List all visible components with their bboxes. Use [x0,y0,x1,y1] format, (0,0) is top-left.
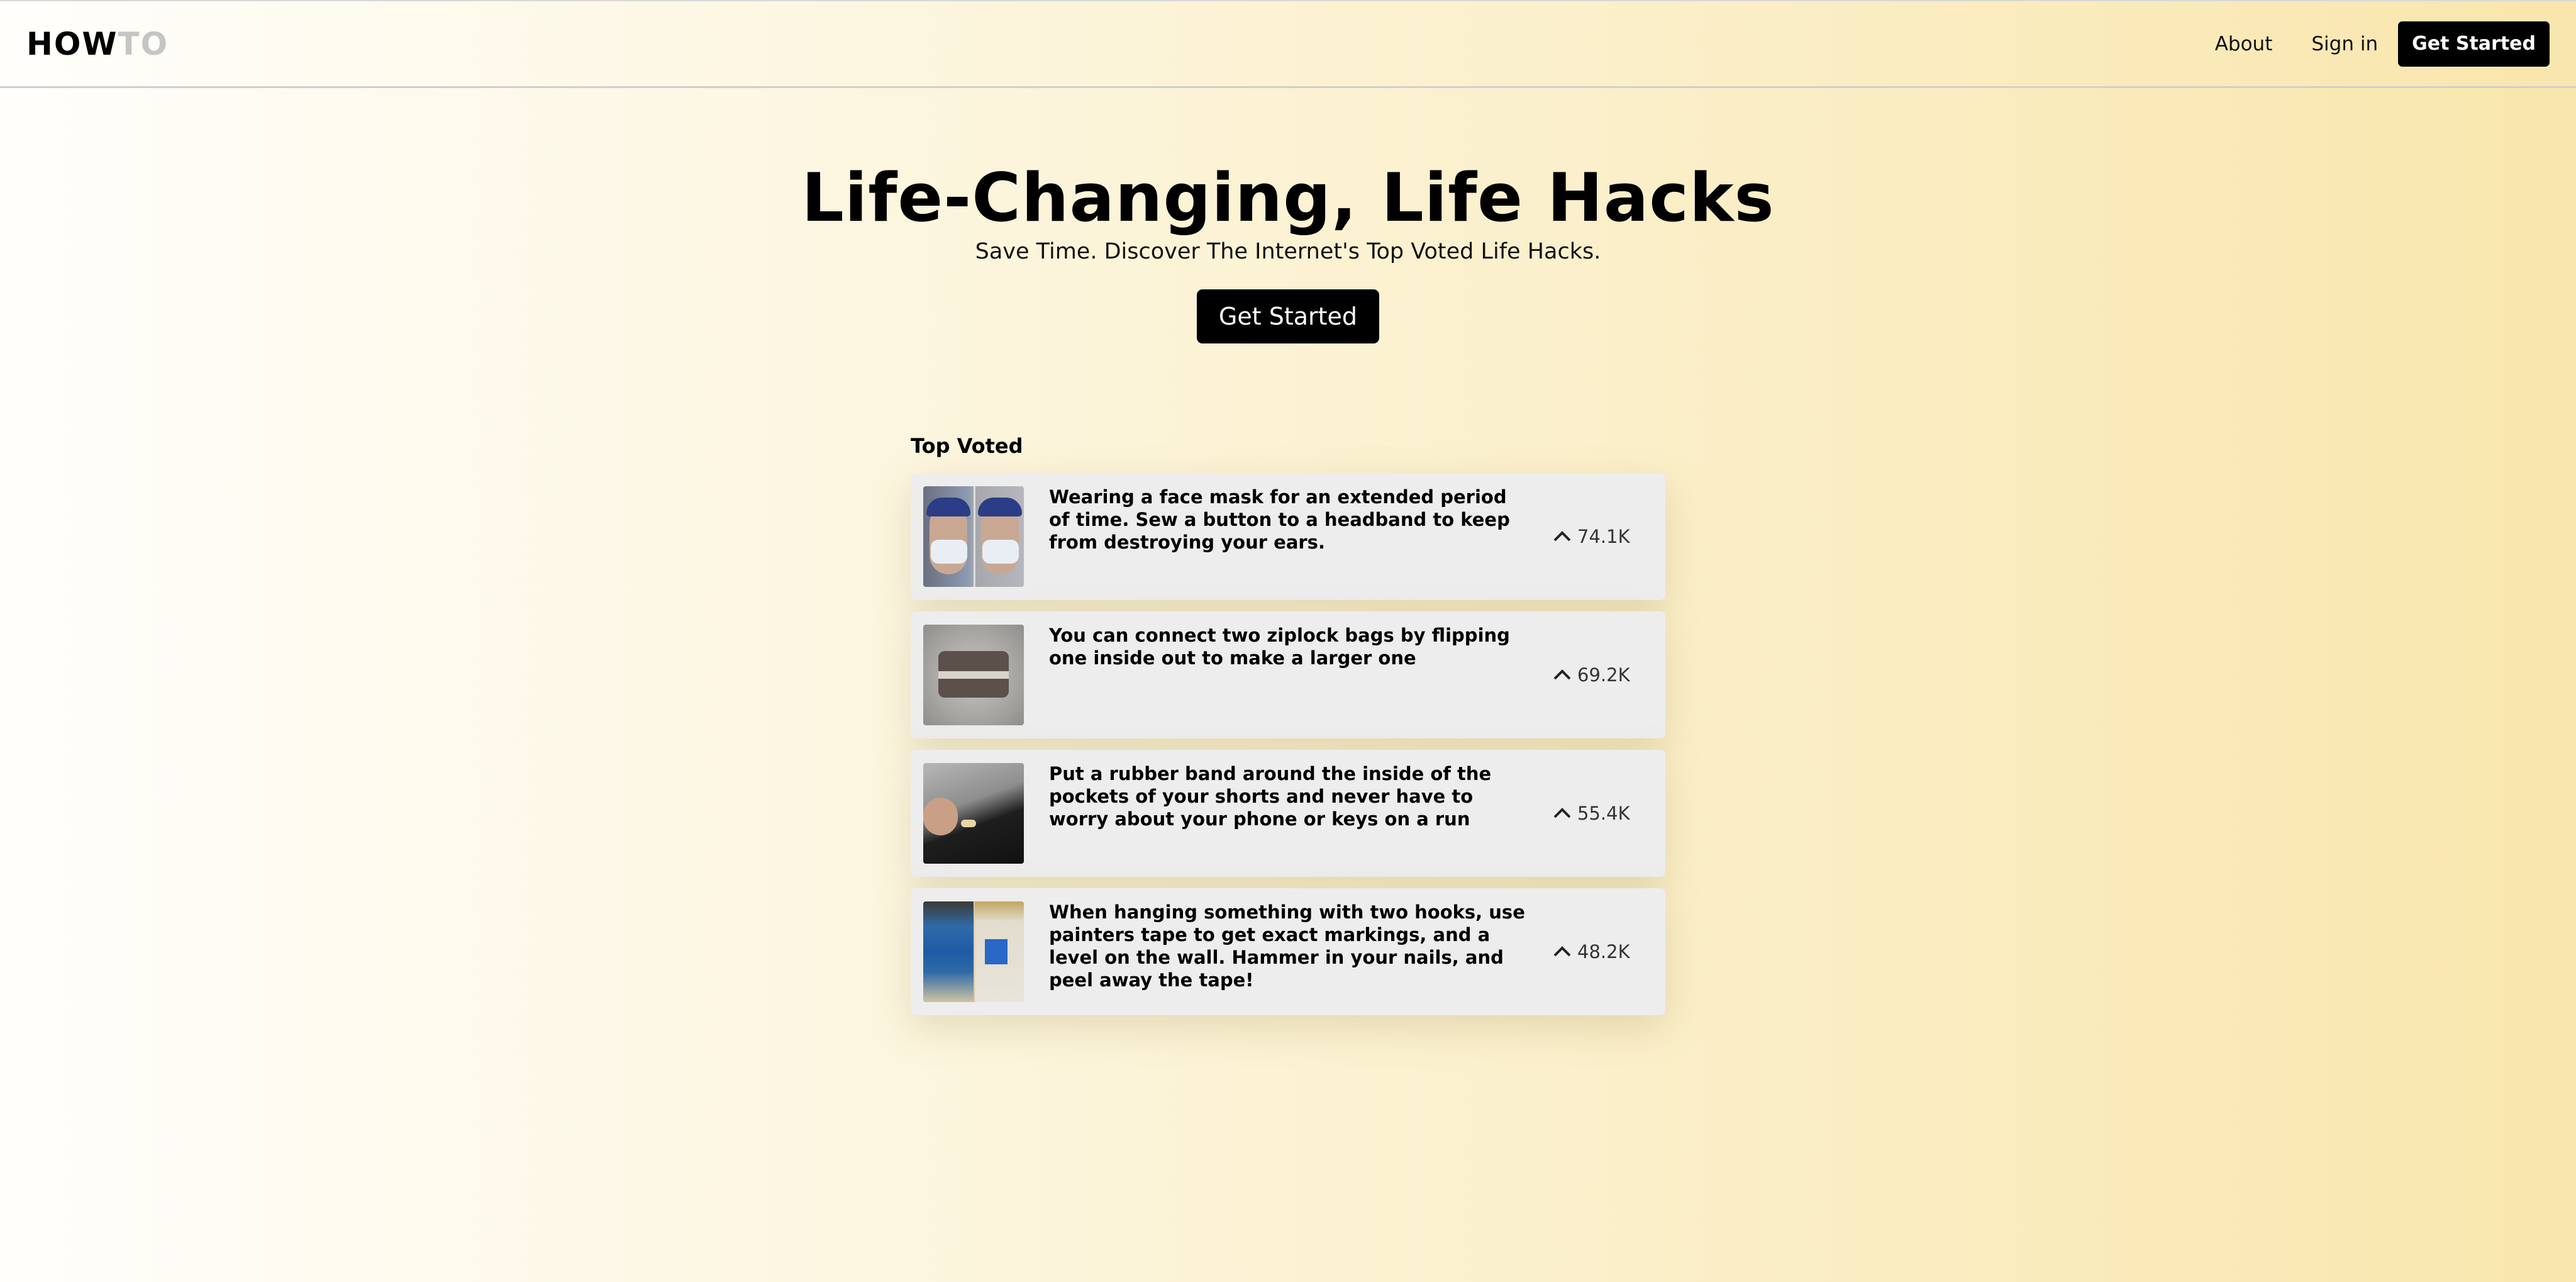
upvote-control[interactable]: 69.2K [1552,664,1634,686]
hero-get-started-button[interactable]: Get Started [1197,289,1379,343]
vote-count: 69.2K [1577,664,1630,686]
header-get-started-button[interactable]: Get Started [2398,21,2550,67]
ziplock-bag-thumbnail [923,625,1024,725]
upvote-control[interactable]: 74.1K [1552,526,1634,547]
logo[interactable]: HOWTO [26,26,169,62]
vote-count: 55.4K [1577,803,1630,824]
shorts-pocket-thumbnail [923,763,1024,864]
hack-text: When hanging something with two hooks, u… [1049,901,1525,991]
hack-card[interactable]: Put a rubber band around the inside of t… [911,750,1665,877]
logo-to: TO [118,25,169,62]
upvote-control[interactable]: 55.4K [1552,803,1634,824]
top-voted-title: Top Voted [911,434,1023,458]
vote-count: 48.2K [1577,941,1630,962]
hack-text: Put a rubber band around the inside of t… [1049,763,1492,830]
logo-how: HOW [26,25,118,62]
hack-text: Wearing a face mask for an extended peri… [1049,486,1510,553]
vote-count: 74.1K [1577,526,1630,547]
sign-in-link[interactable]: Sign in [2311,33,2378,55]
hack-card[interactable]: You can connect two ziplock bags by flip… [911,611,1665,739]
hero-subtitle: Save Time. Discover The Internet's Top V… [975,239,1601,264]
chevron-up-icon [1553,669,1571,680]
top-nav-bar: HOWTO About Sign in Get Started [0,0,2576,88]
about-link[interactable]: About [2215,33,2273,55]
chevron-up-icon [1553,808,1571,818]
chevron-up-icon [1553,946,1571,957]
hack-card[interactable]: Wearing a face mask for an extended peri… [911,473,1665,600]
upvote-control[interactable]: 48.2K [1552,941,1634,962]
top-voted-section: Top Voted Wearing a face mask for an ext… [911,434,1665,1027]
face-mask-thumbnail [923,486,1024,587]
hack-card[interactable]: When hanging something with two hooks, u… [911,888,1665,1015]
hack-text: You can connect two ziplock bags by flip… [1049,625,1510,669]
nav-links: About Sign in Get Started [2176,21,2550,67]
chevron-up-icon [1553,531,1571,542]
painters-tape-thumbnail [923,901,1024,1002]
hero-title: Life-Changing, Life Hacks [801,159,1775,237]
hero: Life-Changing, Life Hacks Save Time. Dis… [0,157,2576,343]
